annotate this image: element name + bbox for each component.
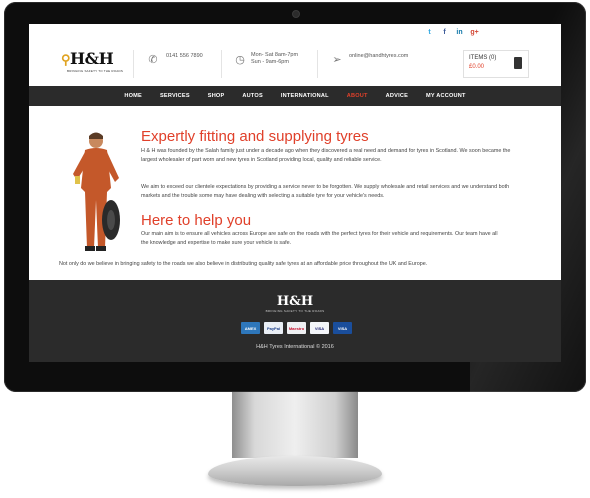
site-logo[interactable]: ⚲H&H BRINGING SAFETY TO THE ROADS xyxy=(61,49,123,73)
phone-icon: ✆ xyxy=(148,54,158,66)
hours-weekday: Mon- Sat 8am-7pm xyxy=(251,52,299,58)
nav-autos[interactable]: AUTOS xyxy=(233,86,271,106)
nav-international[interactable]: INTERNATIONAL xyxy=(272,86,338,106)
paragraph-aim: We aim to exceed our clientele expectati… xyxy=(141,184,510,199)
paypal-icon: PayPal xyxy=(264,322,283,334)
header-divider xyxy=(317,50,318,78)
header-divider xyxy=(221,50,222,78)
monitor-stand-base xyxy=(208,456,382,486)
social-links: t f in g+ xyxy=(425,29,479,36)
webcam-icon xyxy=(292,10,300,18)
cart-widget[interactable]: ITEMS (0) £0.00 xyxy=(463,50,529,78)
payment-cards: AMEX PayPal Maestro VISA VISA xyxy=(241,322,352,334)
hours-sunday: Sun - 9am-6pm xyxy=(251,59,289,65)
nav-about[interactable]: ABOUT xyxy=(338,86,377,106)
nav-services[interactable]: SERVICES xyxy=(151,86,199,106)
monitor-stand-neck xyxy=(232,392,358,458)
heading-here-to-help: Here to help you xyxy=(141,212,252,229)
nav-shop[interactable]: SHOP xyxy=(199,86,234,106)
footer-logo: H&H xyxy=(276,294,314,309)
clock-icon: ◷ xyxy=(235,54,245,66)
paragraph-main-aim: Our main aim is to ensure all vehicles a… xyxy=(141,231,498,246)
main-nav: HOME SERVICES SHOP AUTOS INTERNATIONAL A… xyxy=(29,86,561,106)
linkedin-icon[interactable]: in xyxy=(455,29,464,36)
maestro-icon: Maestro xyxy=(287,322,306,334)
nav-home[interactable]: HOME xyxy=(115,86,151,106)
paragraph-not-only: Not only do we believe in bringing safet… xyxy=(59,261,428,267)
nav-my-account[interactable]: MY ACCOUNT xyxy=(417,86,475,106)
header-divider xyxy=(133,50,134,78)
googleplus-icon[interactable]: g+ xyxy=(470,29,479,36)
paragraph-founded: H & H was founded by the Salah family ju… xyxy=(141,148,511,163)
send-icon: ➢ xyxy=(332,54,342,66)
logo-tagline: BRINGING SAFETY TO THE ROADS xyxy=(67,69,124,73)
visa-electron-icon: VISA xyxy=(333,322,352,334)
mechanic-image xyxy=(73,132,120,251)
heading-expertly-fitting: Expertly fitting and supplying tyres xyxy=(141,128,369,145)
email-address[interactable]: online@handhtyres.com xyxy=(349,53,408,60)
amex-icon: AMEX xyxy=(241,322,260,334)
website-screen: t f in g+ ⚲H&H BRINGING SAFETY TO THE RO… xyxy=(29,24,561,362)
cart-total: £0.00 xyxy=(469,64,485,70)
visa-icon: VISA xyxy=(310,322,329,334)
about-content: Expertly fitting and supplying tyres H &… xyxy=(29,106,561,280)
twitter-icon[interactable]: t xyxy=(425,29,434,36)
shopping-bag-icon xyxy=(514,57,522,69)
footer-logo-tagline: BRINGING SAFETY TO THE ROADS xyxy=(265,309,325,313)
opening-hours: Mon- Sat 8am-7pm Sun - 9am-6pm xyxy=(251,52,298,66)
site-header: ⚲H&H BRINGING SAFETY TO THE ROADS ✆ 0141… xyxy=(29,44,561,86)
copyright-text: H&H Tyres International © 2016 xyxy=(256,344,334,350)
cart-items: ITEMS (0) xyxy=(469,55,497,61)
logo-text: H&H xyxy=(70,49,114,68)
phone-number[interactable]: 0141 556 7890 xyxy=(166,53,203,60)
site-footer: H&H BRINGING SAFETY TO THE ROADS AMEX Pa… xyxy=(29,280,561,362)
tyre-pin-icon: ⚲ xyxy=(61,53,71,68)
nav-advice[interactable]: ADVICE xyxy=(377,86,417,106)
facebook-icon[interactable]: f xyxy=(440,29,449,36)
